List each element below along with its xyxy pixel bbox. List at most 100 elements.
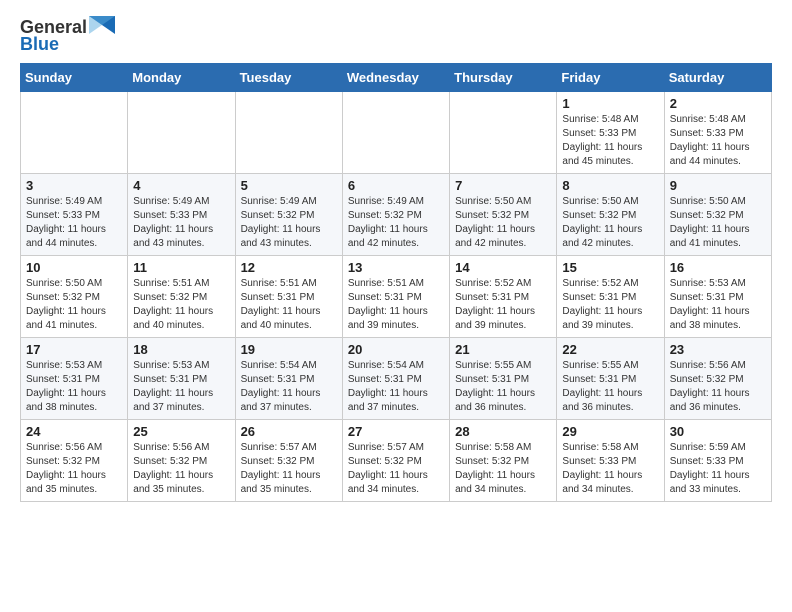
day-number: 1	[562, 96, 658, 111]
day-number: 27	[348, 424, 444, 439]
day-info: Sunrise: 5:57 AMSunset: 5:32 PMDaylight:…	[241, 441, 337, 497]
day-info: Sunrise: 5:56 AMSunset: 5:32 PMDaylight:…	[26, 441, 122, 497]
col-header-wednesday: Wednesday	[342, 64, 449, 92]
calendar-cell: 13 Sunrise: 5:51 AMSunset: 5:31 PMDayligh…	[342, 256, 449, 338]
day-info: Sunrise: 5:48 AMSunset: 5:33 PMDaylight:…	[562, 113, 658, 169]
calendar-cell: 14 Sunrise: 5:52 AMSunset: 5:31 PMDayligh…	[450, 256, 557, 338]
calendar-cell: 22 Sunrise: 5:55 AMSunset: 5:31 PMDayligh…	[557, 338, 664, 420]
day-number: 28	[455, 424, 551, 439]
calendar-cell: 3 Sunrise: 5:49 AMSunset: 5:33 PMDaylight…	[21, 174, 128, 256]
day-number: 16	[670, 260, 766, 275]
day-number: 6	[348, 178, 444, 193]
calendar-cell: 10 Sunrise: 5:50 AMSunset: 5:32 PMDayligh…	[21, 256, 128, 338]
day-info: Sunrise: 5:49 AMSunset: 5:33 PMDaylight:…	[26, 195, 122, 251]
calendar-cell: 20 Sunrise: 5:54 AMSunset: 5:31 PMDayligh…	[342, 338, 449, 420]
day-info: Sunrise: 5:49 AMSunset: 5:32 PMDaylight:…	[241, 195, 337, 251]
day-number: 19	[241, 342, 337, 357]
day-number: 26	[241, 424, 337, 439]
calendar-cell: 7 Sunrise: 5:50 AMSunset: 5:32 PMDaylight…	[450, 174, 557, 256]
day-number: 17	[26, 342, 122, 357]
day-info: Sunrise: 5:53 AMSunset: 5:31 PMDaylight:…	[26, 359, 122, 415]
day-number: 23	[670, 342, 766, 357]
calendar-cell: 12 Sunrise: 5:51 AMSunset: 5:31 PMDayligh…	[235, 256, 342, 338]
calendar-cell	[128, 92, 235, 174]
calendar-cell: 24 Sunrise: 5:56 AMSunset: 5:32 PMDayligh…	[21, 420, 128, 502]
calendar-cell: 27 Sunrise: 5:57 AMSunset: 5:32 PMDayligh…	[342, 420, 449, 502]
col-header-thursday: Thursday	[450, 64, 557, 92]
day-info: Sunrise: 5:58 AMSunset: 5:32 PMDaylight:…	[455, 441, 551, 497]
day-number: 14	[455, 260, 551, 275]
day-number: 11	[133, 260, 229, 275]
col-header-saturday: Saturday	[664, 64, 771, 92]
calendar-week-row: 24 Sunrise: 5:56 AMSunset: 5:32 PMDayligh…	[21, 420, 772, 502]
logo: General Blue	[20, 16, 115, 55]
day-number: 2	[670, 96, 766, 111]
day-info: Sunrise: 5:58 AMSunset: 5:33 PMDaylight:…	[562, 441, 658, 497]
day-info: Sunrise: 5:52 AMSunset: 5:31 PMDaylight:…	[455, 277, 551, 333]
day-number: 9	[670, 178, 766, 193]
calendar-cell: 18 Sunrise: 5:53 AMSunset: 5:31 PMDayligh…	[128, 338, 235, 420]
calendar-cell	[235, 92, 342, 174]
calendar-cell: 9 Sunrise: 5:50 AMSunset: 5:32 PMDaylight…	[664, 174, 771, 256]
col-header-sunday: Sunday	[21, 64, 128, 92]
day-number: 4	[133, 178, 229, 193]
calendar-cell: 23Sunrise: 5:56 AMSunset: 5:32 PMDayligh…	[664, 338, 771, 420]
calendar-week-row: 3 Sunrise: 5:49 AMSunset: 5:33 PMDaylight…	[21, 174, 772, 256]
calendar-week-row: 10 Sunrise: 5:50 AMSunset: 5:32 PMDayligh…	[21, 256, 772, 338]
day-info: Sunrise: 5:50 AMSunset: 5:32 PMDaylight:…	[26, 277, 122, 333]
day-number: 24	[26, 424, 122, 439]
day-number: 18	[133, 342, 229, 357]
day-info: Sunrise: 5:48 AMSunset: 5:33 PMDaylight:…	[670, 113, 766, 169]
day-number: 10	[26, 260, 122, 275]
calendar-header-row: SundayMondayTuesdayWednesdayThursdayFrid…	[21, 64, 772, 92]
col-header-monday: Monday	[128, 64, 235, 92]
day-number: 3	[26, 178, 122, 193]
day-number: 5	[241, 178, 337, 193]
calendar-cell: 6 Sunrise: 5:49 AMSunset: 5:32 PMDaylight…	[342, 174, 449, 256]
day-number: 20	[348, 342, 444, 357]
calendar-week-row: 17 Sunrise: 5:53 AMSunset: 5:31 PMDayligh…	[21, 338, 772, 420]
day-info: Sunrise: 5:55 AMSunset: 5:31 PMDaylight:…	[562, 359, 658, 415]
calendar-cell: 16Sunrise: 5:53 AMSunset: 5:31 PMDayligh…	[664, 256, 771, 338]
header: General Blue	[20, 16, 772, 55]
day-number: 8	[562, 178, 658, 193]
day-info: Sunrise: 5:57 AMSunset: 5:32 PMDaylight:…	[348, 441, 444, 497]
calendar-week-row: 1 Sunrise: 5:48 AMSunset: 5:33 PMDaylight…	[21, 92, 772, 174]
calendar-cell: 21Sunrise: 5:55 AMSunset: 5:31 PMDayligh…	[450, 338, 557, 420]
day-number: 13	[348, 260, 444, 275]
day-info: Sunrise: 5:54 AMSunset: 5:31 PMDaylight:…	[348, 359, 444, 415]
calendar-cell: 26 Sunrise: 5:57 AMSunset: 5:32 PMDayligh…	[235, 420, 342, 502]
calendar-cell: 8 Sunrise: 5:50 AMSunset: 5:32 PMDaylight…	[557, 174, 664, 256]
day-info: Sunrise: 5:53 AMSunset: 5:31 PMDaylight:…	[133, 359, 229, 415]
day-number: 30	[670, 424, 766, 439]
calendar-cell: 5 Sunrise: 5:49 AMSunset: 5:32 PMDaylight…	[235, 174, 342, 256]
calendar-cell	[342, 92, 449, 174]
col-header-friday: Friday	[557, 64, 664, 92]
day-number: 29	[562, 424, 658, 439]
calendar-cell: 17 Sunrise: 5:53 AMSunset: 5:31 PMDayligh…	[21, 338, 128, 420]
day-info: Sunrise: 5:50 AMSunset: 5:32 PMDaylight:…	[455, 195, 551, 251]
day-number: 12	[241, 260, 337, 275]
day-info: Sunrise: 5:55 AMSunset: 5:31 PMDaylight:…	[455, 359, 551, 415]
calendar-cell: 4Sunrise: 5:49 AMSunset: 5:33 PMDaylight…	[128, 174, 235, 256]
calendar-cell: 30 Sunrise: 5:59 AMSunset: 5:33 PMDayligh…	[664, 420, 771, 502]
day-number: 15	[562, 260, 658, 275]
day-number: 22	[562, 342, 658, 357]
day-info: Sunrise: 5:50 AMSunset: 5:32 PMDaylight:…	[670, 195, 766, 251]
calendar-cell: 28 Sunrise: 5:58 AMSunset: 5:32 PMDayligh…	[450, 420, 557, 502]
day-info: Sunrise: 5:51 AMSunset: 5:31 PMDaylight:…	[241, 277, 337, 333]
calendar-cell: 29 Sunrise: 5:58 AMSunset: 5:33 PMDayligh…	[557, 420, 664, 502]
day-info: Sunrise: 5:59 AMSunset: 5:33 PMDaylight:…	[670, 441, 766, 497]
day-info: Sunrise: 5:51 AMSunset: 5:32 PMDaylight:…	[133, 277, 229, 333]
day-info: Sunrise: 5:51 AMSunset: 5:31 PMDaylight:…	[348, 277, 444, 333]
day-info: Sunrise: 5:50 AMSunset: 5:32 PMDaylight:…	[562, 195, 658, 251]
calendar-cell: 1 Sunrise: 5:48 AMSunset: 5:33 PMDaylight…	[557, 92, 664, 174]
day-info: Sunrise: 5:49 AMSunset: 5:32 PMDaylight:…	[348, 195, 444, 251]
day-number: 7	[455, 178, 551, 193]
calendar-cell: 2 Sunrise: 5:48 AMSunset: 5:33 PMDaylight…	[664, 92, 771, 174]
calendar-cell: 19 Sunrise: 5:54 AMSunset: 5:31 PMDayligh…	[235, 338, 342, 420]
calendar-cell	[450, 92, 557, 174]
day-info: Sunrise: 5:52 AMSunset: 5:31 PMDaylight:…	[562, 277, 658, 333]
day-info: Sunrise: 5:54 AMSunset: 5:31 PMDaylight:…	[241, 359, 337, 415]
calendar-cell: 15 Sunrise: 5:52 AMSunset: 5:31 PMDayligh…	[557, 256, 664, 338]
